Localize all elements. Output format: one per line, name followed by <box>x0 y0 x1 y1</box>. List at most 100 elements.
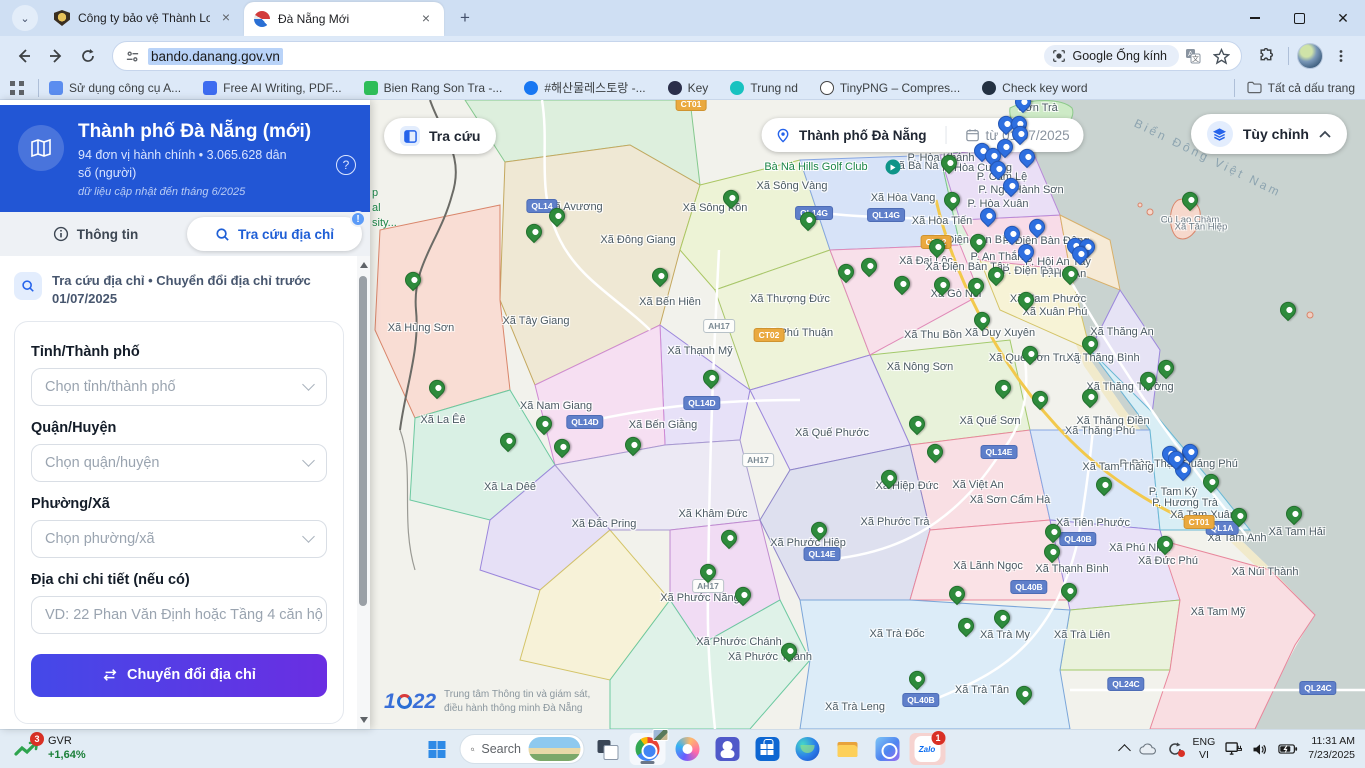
map-marker-green[interactable] <box>891 273 914 296</box>
map-marker-green[interactable] <box>1013 683 1036 706</box>
map-marker-green[interactable] <box>924 441 947 464</box>
bookmark-item[interactable]: Key <box>668 81 709 95</box>
map-marker-green[interactable] <box>533 413 556 436</box>
convert-address-button[interactable]: Chuyển đổi địa chỉ <box>31 654 327 697</box>
map-marker-green[interactable] <box>1015 289 1038 312</box>
map-marker-green[interactable] <box>946 583 969 606</box>
window-minimize-button[interactable] <box>1233 0 1277 36</box>
onedrive-cloud-icon[interactable] <box>1139 743 1157 755</box>
map-marker-green[interactable] <box>941 189 964 212</box>
extensions-icon[interactable] <box>1252 42 1280 70</box>
map-marker-green[interactable] <box>931 274 954 297</box>
taskbar-icon-taskview[interactable] <box>589 733 625 765</box>
network-icon[interactable] <box>1225 742 1242 756</box>
map-marker-green[interactable] <box>955 615 978 638</box>
map-marker-green[interactable] <box>858 255 881 278</box>
map-marker-green[interactable] <box>967 231 990 254</box>
taskbar-icon-chrome[interactable] <box>629 733 665 765</box>
map-marker-green[interactable] <box>1029 388 1052 411</box>
tab-search-button[interactable]: ⌄ <box>12 5 38 31</box>
map-marker-green[interactable] <box>1042 521 1065 544</box>
tab-close-icon[interactable]: × <box>218 10 234 26</box>
tab-close-icon[interactable]: × <box>418 11 434 27</box>
tab-thanh-long[interactable]: Công ty bảo vệ Thành Long - D × <box>44 0 244 36</box>
language-indicator[interactable]: ENGVI <box>1193 736 1216 761</box>
bookmark-item[interactable]: #해산물레스토랑 -... <box>524 79 645 96</box>
taskbar-icon-copilot[interactable] <box>669 733 705 765</box>
map-marker-green[interactable] <box>778 640 801 663</box>
map-marker-green[interactable] <box>546 205 569 228</box>
district-select[interactable]: Chọn quận/huyện <box>31 444 327 482</box>
map-lookup-button[interactable]: Tra cứu <box>384 118 496 154</box>
profile-avatar[interactable] <box>1297 43 1323 69</box>
map-marker-green[interactable] <box>938 152 961 175</box>
map-marker-green[interactable] <box>965 275 988 298</box>
url-text[interactable]: bando.danang.gov.vn <box>148 48 283 65</box>
bookmark-item[interactable]: TinyPNG – Compres... <box>820 81 960 95</box>
address-bar[interactable]: bando.danang.gov.vn Google Ống kính A文 <box>112 41 1242 71</box>
map-canvas[interactable]: Biển Đông Việt NamSơn TràP. Hòa KhánhBà … <box>370 100 1365 729</box>
search-highlight-image[interactable] <box>528 737 580 761</box>
browser-menu-icon[interactable] <box>1327 42 1355 70</box>
map-marker-green[interactable] <box>878 467 901 490</box>
map-marker-green[interactable] <box>797 209 820 232</box>
site-settings-icon[interactable] <box>125 49 140 64</box>
map-marker-green[interactable] <box>985 264 1008 287</box>
address-detail-input[interactable]: VD: 22 Phan Văn Định hoặc Tầng 4 căn hộ … <box>31 596 327 634</box>
map-marker-green[interactable] <box>1093 474 1116 497</box>
map-customize-button[interactable]: Tùy chỉnh <box>1191 114 1347 154</box>
reload-button[interactable] <box>74 42 102 70</box>
province-select[interactable]: Chọn tỉnh/thành phố <box>31 368 327 406</box>
map-marker-blue[interactable] <box>1026 216 1049 239</box>
map-scope-chip[interactable]: Thành phố Đà Nẵng từ 01/07/2025 <box>761 118 1084 152</box>
map-marker-green[interactable] <box>1200 471 1223 494</box>
map-marker-green[interactable] <box>497 430 520 453</box>
map-marker-green[interactable] <box>402 269 425 292</box>
translate-icon[interactable]: A文 <box>1179 42 1207 70</box>
taskbar-icon-edge[interactable] <box>789 733 825 765</box>
taskbar-search[interactable]: Search <box>459 734 584 764</box>
sidebar-scrollbar[interactable] <box>357 256 370 729</box>
map-marker-green[interactable] <box>1058 580 1081 603</box>
tab-thong-tin[interactable]: Thông tin <box>8 217 183 251</box>
map-marker-green[interactable] <box>1154 533 1177 556</box>
map-marker-green[interactable] <box>835 261 858 284</box>
tab-tra-cuu-dia-chi[interactable]: Tra cứu địa chỉ ! <box>187 217 362 251</box>
map-marker-green[interactable] <box>1179 189 1202 212</box>
map-marker-green[interactable] <box>906 413 929 436</box>
window-close-button[interactable]: ✕ <box>1321 0 1365 36</box>
map-marker-green[interactable] <box>732 584 755 607</box>
map-marker-green[interactable] <box>971 309 994 332</box>
map-marker-green[interactable] <box>718 527 741 550</box>
forward-button[interactable] <box>42 42 70 70</box>
taskbar-icon-zalo[interactable]: Zalo1 <box>909 733 945 765</box>
map-marker-green[interactable] <box>926 236 949 259</box>
sync-icon[interactable] <box>1167 742 1183 756</box>
map-marker-green[interactable] <box>808 519 831 542</box>
map-marker-green[interactable] <box>551 436 574 459</box>
map-marker-green[interactable] <box>1079 333 1102 356</box>
map-marker-green[interactable] <box>906 668 929 691</box>
help-icon[interactable]: ? <box>336 155 356 175</box>
window-maximize-button[interactable] <box>1277 0 1321 36</box>
bookmark-item[interactable]: Check key word <box>982 81 1087 95</box>
map-marker-green[interactable] <box>720 187 743 210</box>
map-marker-green[interactable] <box>622 434 645 457</box>
map-marker-green[interactable] <box>649 265 672 288</box>
bookmark-star-icon[interactable] <box>1207 42 1235 70</box>
map-marker-green[interactable] <box>992 377 1015 400</box>
map-marker-green[interactable] <box>1079 386 1102 409</box>
google-lens-button[interactable]: Google Ống kính <box>1044 45 1179 67</box>
map-marker-green[interactable] <box>1041 541 1064 564</box>
stock-widget[interactable]: 3 GVR +1,64% <box>0 735 200 763</box>
apps-grid-icon[interactable] <box>10 81 24 95</box>
map-marker-green[interactable] <box>1283 503 1306 526</box>
back-button[interactable] <box>10 42 38 70</box>
scrollbar-thumb[interactable] <box>359 276 367 606</box>
map-marker-green[interactable] <box>700 367 723 390</box>
all-bookmarks-button[interactable]: Tất cả dấu trang <box>1247 81 1355 95</box>
bookmark-item[interactable]: Sử dụng công cụ A... <box>49 81 181 95</box>
ward-select[interactable]: Chọn phường/xã <box>31 520 327 558</box>
map-marker-blue[interactable] <box>1015 241 1038 264</box>
tab-da-nang-moi[interactable]: Đà Nẵng Mới × <box>244 2 444 36</box>
